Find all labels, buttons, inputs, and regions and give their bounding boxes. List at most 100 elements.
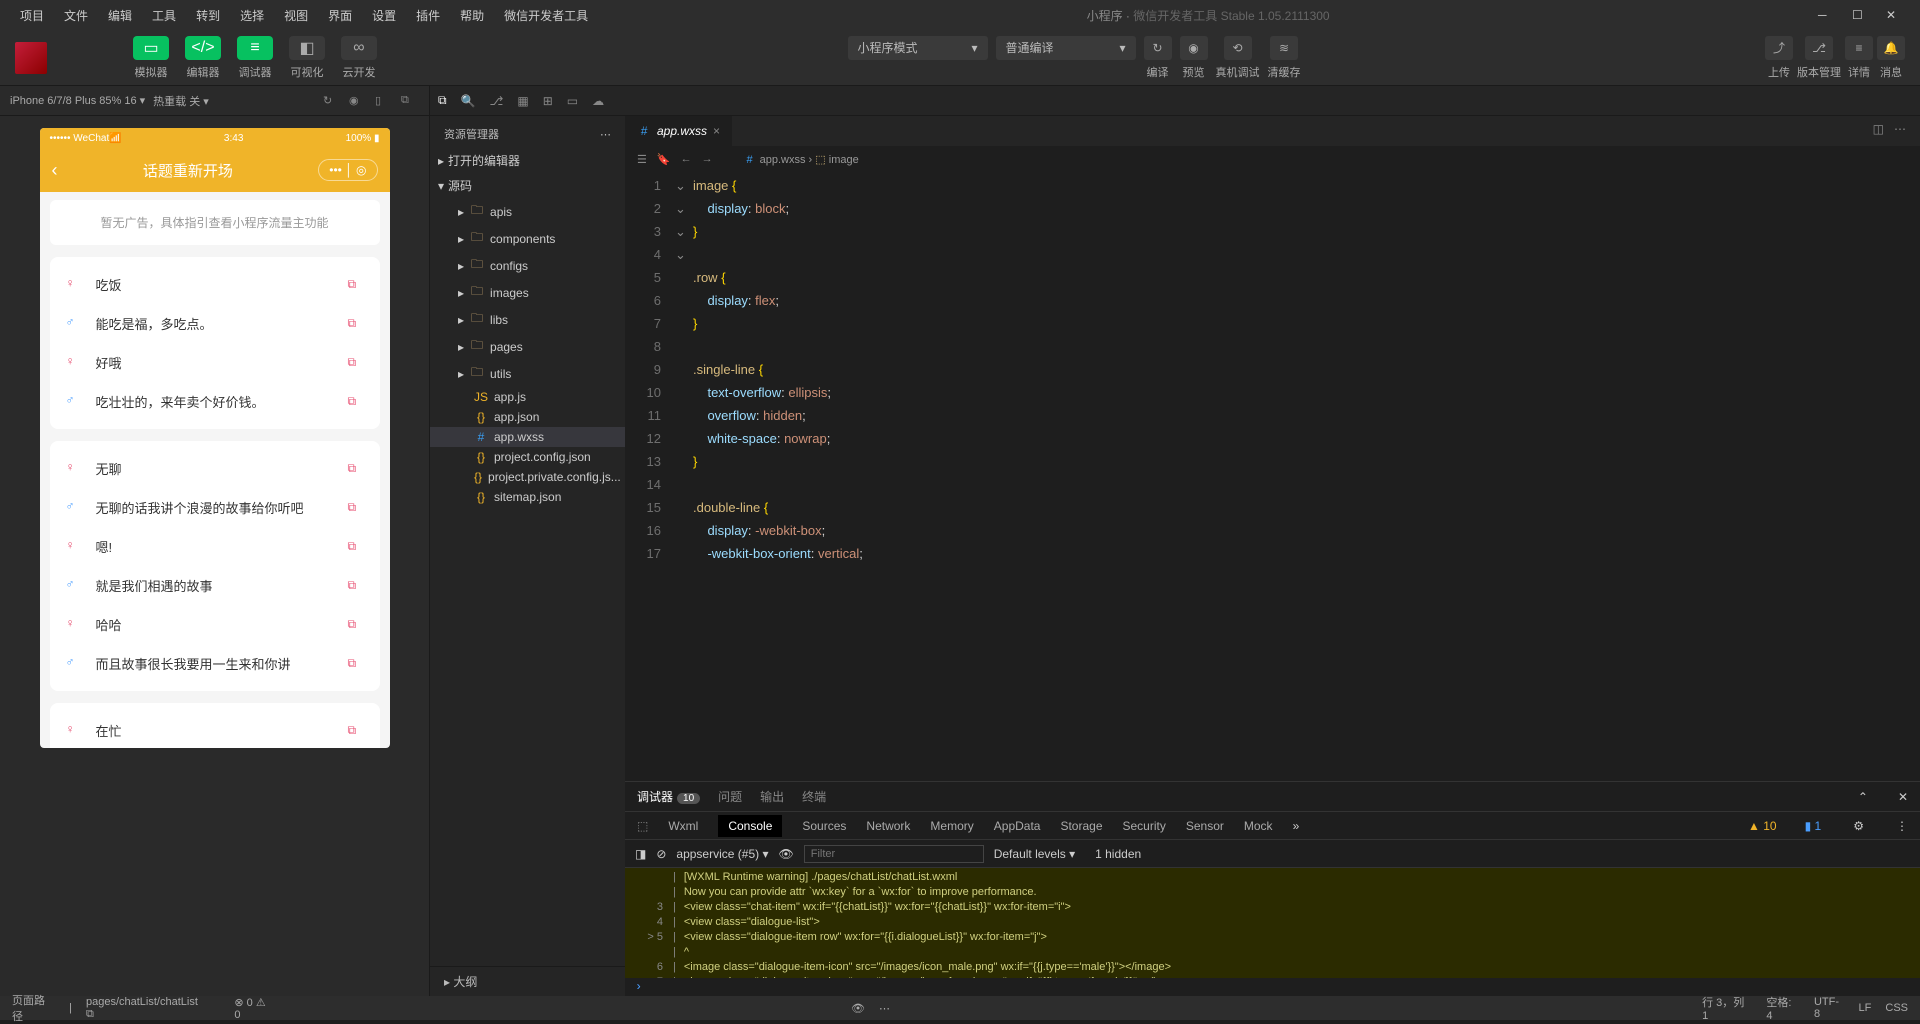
- folder-images[interactable]: ▸ 🗀 images: [430, 279, 625, 306]
- warnings-badge[interactable]: ▲ 10: [1748, 819, 1777, 833]
- device-icon[interactable]: ▯: [375, 94, 393, 107]
- context-selector[interactable]: appservice (#5) ▾: [676, 847, 768, 861]
- devtab-sensor[interactable]: Sensor: [1186, 819, 1224, 833]
- layout-icon[interactable]: ⧉: [401, 94, 419, 107]
- eye-icon[interactable]: 👁: [851, 1002, 865, 1015]
- info-badge[interactable]: ▮ 1: [1805, 819, 1822, 833]
- page-path[interactable]: pages/chatList/chatList ⧉: [86, 996, 206, 1021]
- open-editors-section[interactable]: ▸ 打开的编辑器: [430, 148, 625, 173]
- file-sitemap.json[interactable]: {} sitemap.json: [430, 487, 625, 507]
- list-icon[interactable]: ☰: [637, 153, 647, 166]
- tab-debugger[interactable]: 调试器10: [637, 788, 700, 805]
- forward-icon[interactable]: →: [702, 153, 713, 165]
- editor-tab[interactable]: # app.wxss ×: [625, 116, 732, 146]
- terminal-icon[interactable]: ▭: [567, 94, 578, 108]
- folder-components[interactable]: ▸ 🗀 components: [430, 225, 625, 252]
- hidden-count[interactable]: 1 hidden: [1095, 847, 1141, 861]
- copy-icon[interactable]: ⧉: [348, 723, 364, 739]
- menu-选择[interactable]: 选择: [230, 9, 274, 23]
- devtab-network[interactable]: Network: [866, 819, 910, 833]
- console-output[interactable]: |[WXML Runtime warning] ./pages/chatList…: [625, 868, 1920, 978]
- copy-icon[interactable]: ⧉: [348, 500, 364, 516]
- compile-mode-dropdown[interactable]: 普通编译▾: [996, 36, 1136, 60]
- cursor-position[interactable]: 行 3，列 1: [1702, 994, 1752, 1022]
- eye-icon[interactable]: 👁: [778, 847, 793, 861]
- minimize-icon[interactable]: ─: [1818, 8, 1832, 22]
- devtab-console[interactable]: Console: [718, 815, 782, 837]
- devtab-security[interactable]: Security: [1123, 819, 1166, 833]
- compile-button[interactable]: ↻: [1144, 36, 1172, 60]
- outline-section[interactable]: ▸ 大纲: [430, 966, 625, 996]
- levels-dropdown[interactable]: Default levels ▾: [994, 847, 1075, 861]
- gear-icon[interactable]: ⚙: [1853, 819, 1864, 833]
- files-icon[interactable]: ⧉: [438, 93, 447, 108]
- clear-console-icon[interactable]: ⊘: [656, 847, 666, 861]
- source-section[interactable]: ▾ 源码: [430, 173, 625, 198]
- devtab-sources[interactable]: Sources: [802, 819, 846, 833]
- close-tab-icon[interactable]: ×: [713, 124, 720, 138]
- file-project.private.config.js...[interactable]: {} project.private.config.js...: [430, 467, 625, 487]
- details-button[interactable]: ≡: [1845, 36, 1873, 60]
- devtab-wxml[interactable]: Wxml: [668, 819, 698, 833]
- folder-apis[interactable]: ▸ 🗀 apis: [430, 198, 625, 225]
- filter-input[interactable]: [804, 845, 984, 863]
- menu-项目[interactable]: 项目: [10, 9, 54, 23]
- more-icon[interactable]: ⋯: [879, 1002, 890, 1015]
- kebab-icon[interactable]: ⋮: [1896, 819, 1908, 833]
- folder-configs[interactable]: ▸ 🗀 configs: [430, 252, 625, 279]
- layout-icon[interactable]: ⊞: [543, 94, 553, 108]
- eol[interactable]: LF: [1859, 1002, 1872, 1014]
- menu-帮助[interactable]: 帮助: [450, 9, 494, 23]
- inspect-icon[interactable]: ⬚: [637, 819, 648, 833]
- simulator-button[interactable]: ▭模拟器: [127, 36, 175, 80]
- visualize-button[interactable]: ◧可视化: [283, 36, 331, 80]
- copy-icon[interactable]: ⧉: [348, 316, 364, 332]
- debugger-button[interactable]: ≡调试器: [231, 36, 279, 80]
- file-project.config.json[interactable]: {} project.config.json: [430, 447, 625, 467]
- mode-dropdown[interactable]: 小程序模式▾: [848, 36, 988, 60]
- remote-debug-button[interactable]: ⟲: [1224, 36, 1252, 60]
- record-icon[interactable]: ◉: [349, 94, 367, 107]
- maximize-icon[interactable]: ☐: [1852, 8, 1866, 22]
- copy-icon[interactable]: ⧉: [348, 394, 364, 410]
- menu-界面[interactable]: 界面: [318, 9, 362, 23]
- sidebar-toggle-icon[interactable]: ◨: [635, 847, 646, 861]
- copy-icon[interactable]: ⧉: [348, 656, 364, 672]
- close-icon[interactable]: ✕: [1898, 790, 1908, 804]
- menu-插件[interactable]: 插件: [406, 9, 450, 23]
- file-app.wxss[interactable]: # app.wxss: [430, 427, 625, 447]
- menu-工具[interactable]: 工具: [142, 9, 186, 23]
- copy-icon[interactable]: ⧉: [348, 539, 364, 555]
- copy-icon[interactable]: ⧉: [348, 578, 364, 594]
- ext-icon[interactable]: ▦: [517, 94, 528, 108]
- chevron-up-icon[interactable]: ⌃: [1858, 790, 1868, 804]
- branch-icon[interactable]: ⎇: [490, 94, 504, 108]
- file-app.js[interactable]: JS app.js: [430, 387, 625, 407]
- editor-button[interactable]: </>编辑器: [179, 36, 227, 80]
- menu-转到[interactable]: 转到: [186, 9, 230, 23]
- more-icon[interactable]: ⋯: [600, 128, 611, 141]
- clear-cache-button[interactable]: ≋: [1270, 36, 1298, 60]
- message-button[interactable]: 🔔: [1877, 36, 1905, 60]
- close-icon[interactable]: ✕: [1886, 8, 1900, 22]
- preview-button[interactable]: ◉: [1180, 36, 1208, 60]
- more-icon[interactable]: ⋯: [1894, 122, 1906, 136]
- folder-pages[interactable]: ▸ 🗀 pages: [430, 333, 625, 360]
- devtab-appdata[interactable]: AppData: [994, 819, 1041, 833]
- encoding[interactable]: UTF-8: [1814, 996, 1845, 1020]
- menu-微信开发者工具[interactable]: 微信开发者工具: [494, 9, 598, 23]
- hot-reload-toggle[interactable]: 热重载 关 ▾: [153, 93, 209, 109]
- folder-utils[interactable]: ▸ 🗀 utils: [430, 360, 625, 387]
- back-icon[interactable]: ←: [681, 153, 692, 165]
- bookmark-icon[interactable]: 🔖: [657, 153, 671, 166]
- tab-terminal[interactable]: 终端: [802, 788, 826, 805]
- version-button[interactable]: ⎇: [1805, 36, 1833, 60]
- devtab-memory[interactable]: Memory: [930, 819, 973, 833]
- menu-文件[interactable]: 文件: [54, 9, 98, 23]
- errors-count[interactable]: ⊗ 0 ⚠ 0: [234, 996, 274, 1021]
- upload-button[interactable]: ⤴: [1765, 36, 1793, 60]
- capsule-menu[interactable]: ••• │ ◎: [318, 159, 377, 181]
- cloud-button[interactable]: ∞云开发: [335, 36, 383, 80]
- tab-output[interactable]: 输出: [760, 788, 784, 805]
- indent-type[interactable]: 空格: 4: [1766, 994, 1800, 1022]
